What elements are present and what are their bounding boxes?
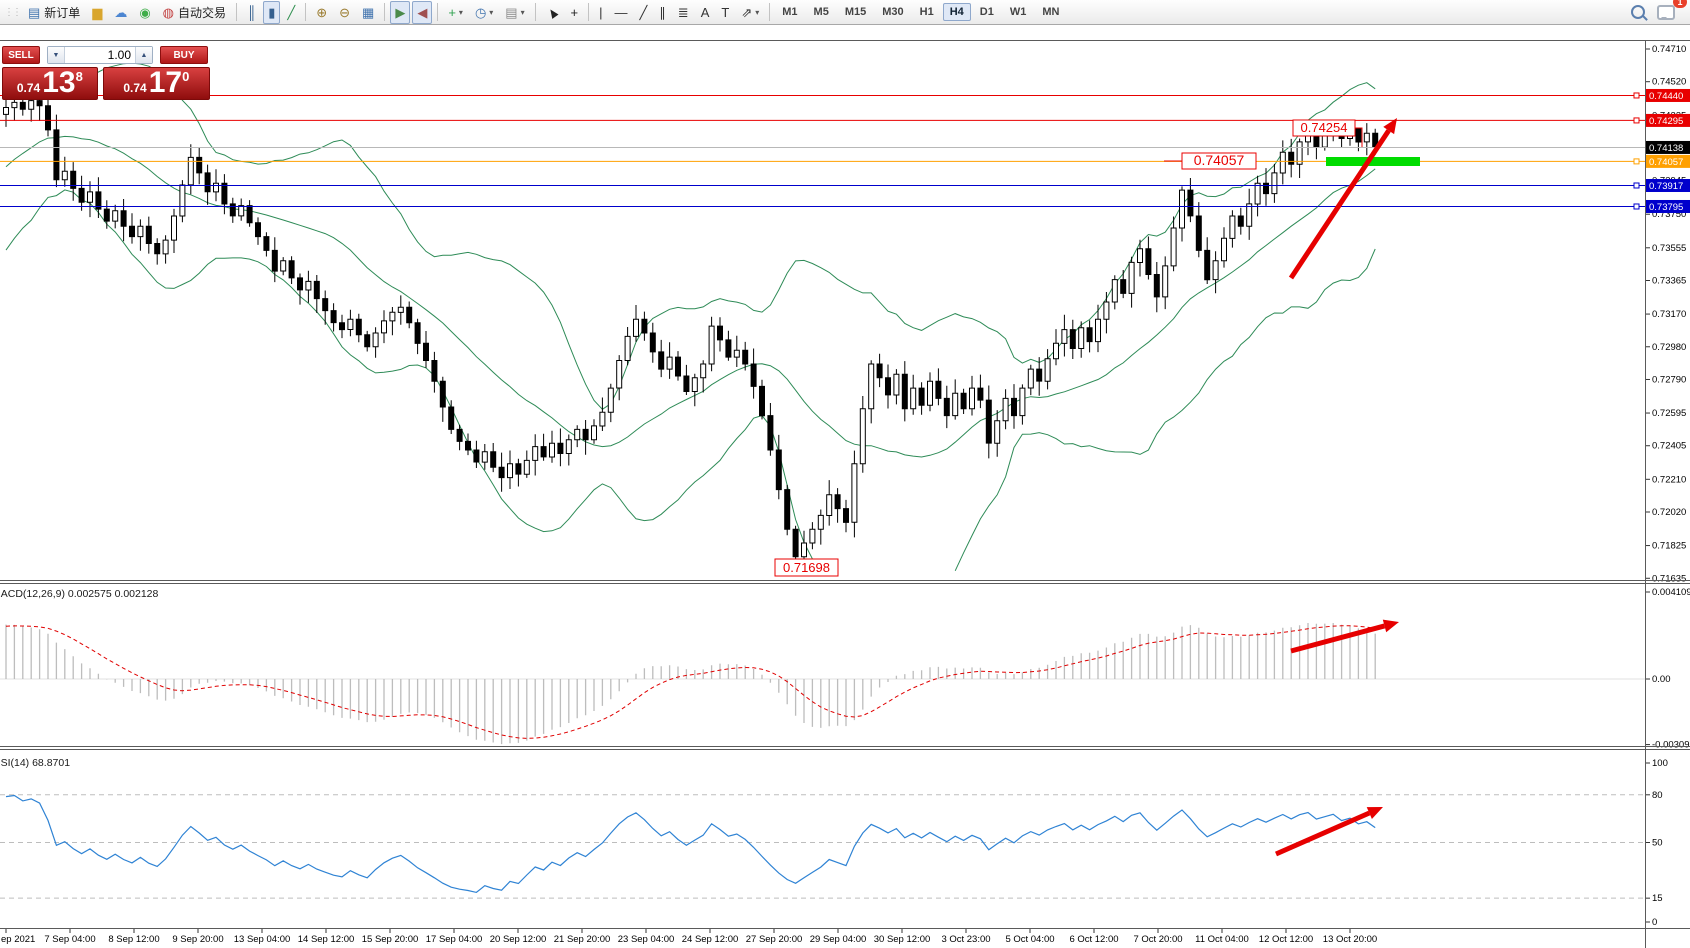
buy-price-sup: 0 — [182, 69, 189, 84]
price-tick-label: 0.72790 — [1652, 374, 1686, 385]
macd-tick-label: 0.00 — [1652, 674, 1671, 685]
price-annotation-0.71698[interactable]: 0.71698 — [775, 559, 838, 576]
time-axis-label: 23 Sep 04:00 — [618, 934, 675, 945]
time-axis-label: 9 Sep 20:00 — [172, 934, 223, 945]
time-axis-label: 8 Sep 12:00 — [108, 934, 159, 945]
buy-button[interactable]: BUY — [160, 46, 208, 64]
time-axis-label: 5 Oct 04:00 — [1005, 934, 1054, 945]
price-badge-0.73917: 0.73917 — [1646, 179, 1690, 192]
time-axis-label: 3 Oct 23:00 — [941, 934, 990, 945]
time-axis-label: 21 Sep 20:00 — [554, 934, 611, 945]
price-tick-label: 0.71635 — [1652, 573, 1686, 584]
time-axis-label: 14 Sep 12:00 — [298, 934, 355, 945]
sell-button[interactable]: SELL — [2, 46, 40, 64]
svg-text:0.74440: 0.74440 — [1649, 91, 1683, 102]
price-tick-label: 0.72405 — [1652, 441, 1686, 452]
time-axis-label: 13 Oct 20:00 — [1323, 934, 1377, 945]
macd-tick-label: -0.003097 — [1652, 740, 1690, 751]
svg-text:0.74254: 0.74254 — [1301, 120, 1348, 135]
macd-tick-label: 0.004109 — [1652, 587, 1690, 598]
time-axis-label: 20 Sep 12:00 — [490, 934, 547, 945]
trade-panel-prices: 0.74 13 8 0.74 17 0 — [2, 67, 210, 100]
time-axis-label: 27 Sep 20:00 — [746, 934, 803, 945]
chart-background — [0, 26, 1690, 948]
volume-stepper: ▼ ▲ — [47, 46, 153, 64]
rsi-tick-label: 0 — [1652, 917, 1657, 928]
volume-decrease-button[interactable]: ▼ — [48, 47, 65, 63]
price-tick-label: 0.73365 — [1652, 276, 1686, 287]
macd-label: MACD(12,26,9) 0.002575 0.002128 — [0, 588, 159, 600]
one-click-trading-panel: SELL ▼ ▲ BUY 0.74 13 8 0.74 17 0 — [2, 46, 210, 100]
buy-price-display[interactable]: 0.74 17 0 — [103, 67, 210, 100]
price-tick-label: 0.72210 — [1652, 474, 1686, 485]
rsi-tick-label: 80 — [1652, 790, 1663, 801]
line-anchor-handle[interactable] — [1634, 183, 1639, 188]
price-tick-label: 0.73555 — [1652, 243, 1686, 254]
rsi-tick-label: 100 — [1652, 758, 1668, 769]
time-axis-label: 7 Oct 20:00 — [1133, 934, 1182, 945]
price-badge-0.74440: 0.74440 — [1646, 89, 1690, 102]
price-tick-label: 0.72980 — [1652, 342, 1686, 353]
line-anchor-handle[interactable] — [1634, 204, 1639, 209]
mt4-application-window: ⋮⋮▤新订单▆☁◉◍自动交易║▮╱⊕⊖▦▶◀+▾◷▾▤▾▲+|—╱∥≣AT⇗▾M… — [0, 0, 1690, 948]
svg-text:0.74057: 0.74057 — [1194, 152, 1245, 168]
rsi-tick-label: 15 — [1652, 893, 1663, 904]
price-tick-label: 0.71825 — [1652, 541, 1686, 552]
time-axis-label: ep 2021 — [1, 934, 35, 945]
time-axis-label: 7 Sep 04:00 — [44, 934, 95, 945]
price-tick-label: 0.72595 — [1652, 408, 1686, 419]
price-badge-0.74138: 0.74138 — [1646, 141, 1690, 154]
buy-price-big: 17 — [149, 68, 182, 98]
sell-price-big: 13 — [42, 68, 75, 98]
time-axis-label: 11 Oct 04:00 — [1195, 934, 1249, 945]
price-annotation-0.74057[interactable]: 0.74057 — [1182, 152, 1256, 169]
time-axis-label: 30 Sep 12:00 — [874, 934, 931, 945]
price-badge-0.73795: 0.73795 — [1646, 200, 1690, 213]
volume-input[interactable] — [65, 47, 135, 63]
price-badge-0.74057: 0.74057 — [1646, 155, 1690, 168]
svg-text:0.74138: 0.74138 — [1649, 143, 1683, 154]
price-tick-label: 0.74710 — [1652, 44, 1686, 55]
buy-price-prefix: 0.74 — [123, 81, 146, 95]
time-axis-label: 17 Sep 04:00 — [426, 934, 483, 945]
svg-text:0.71698: 0.71698 — [783, 560, 830, 575]
sell-price-prefix: 0.74 — [17, 81, 40, 95]
price-tick-label: 0.74520 — [1652, 77, 1686, 88]
sell-price-display[interactable]: 0.74 13 8 — [2, 67, 98, 100]
volume-increase-button[interactable]: ▲ — [135, 47, 152, 63]
time-axis-label: 12 Oct 12:00 — [1259, 934, 1313, 945]
trade-panel-row: SELL ▼ ▲ BUY — [2, 46, 210, 64]
price-tick-label: 0.72020 — [1652, 507, 1686, 518]
price-tick-label: 0.73170 — [1652, 309, 1686, 320]
chart-svg: 0.74254 0.74057 0.71698 0.74710 0.74520 0.74 3… — [0, 0, 1690, 948]
svg-text:0.74057: 0.74057 — [1649, 157, 1683, 168]
line-anchor-handle[interactable] — [1634, 93, 1639, 98]
line-anchor-handle[interactable] — [1634, 118, 1639, 123]
sell-price-sup: 8 — [76, 69, 83, 84]
line-anchor-handle[interactable] — [1634, 159, 1639, 164]
time-axis-label: 24 Sep 12:00 — [682, 934, 739, 945]
time-axis-label: 29 Sep 04:00 — [810, 934, 867, 945]
svg-text:0.73917: 0.73917 — [1649, 181, 1683, 192]
time-axis-label: 13 Sep 04:00 — [234, 934, 291, 945]
price-badge-0.74295: 0.74295 — [1646, 114, 1690, 127]
price-annotation-0.74254[interactable]: 0.74254 — [1293, 120, 1355, 136]
svg-text:0.74295: 0.74295 — [1649, 116, 1683, 127]
rsi-tick-label: 50 — [1652, 838, 1663, 849]
rsi-label: RSI(14) 68.8701 — [0, 757, 70, 769]
time-axis-label: 15 Sep 20:00 — [362, 934, 419, 945]
time-axis-label: 6 Oct 12:00 — [1069, 934, 1118, 945]
svg-text:0.73795: 0.73795 — [1649, 202, 1683, 213]
